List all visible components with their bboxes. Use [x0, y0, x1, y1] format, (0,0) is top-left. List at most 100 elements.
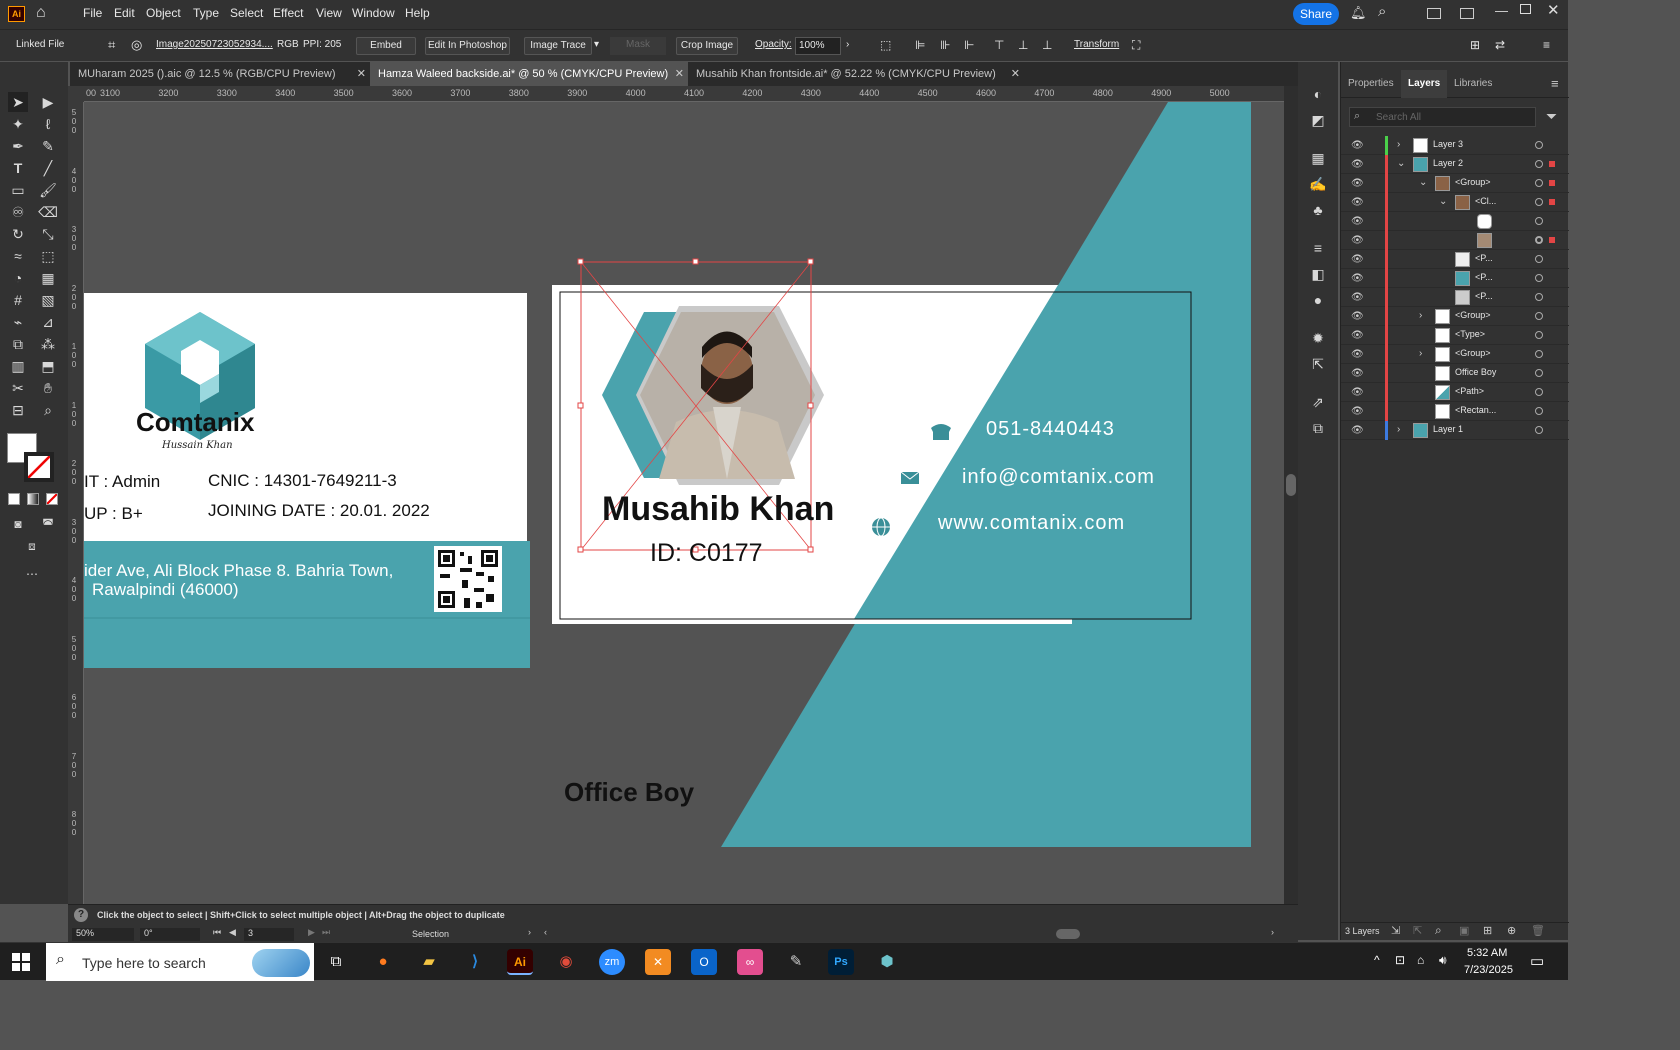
rotate-tool-icon[interactable]: ↻ [8, 224, 28, 244]
align-to-icon[interactable]: ⬚ [880, 37, 891, 55]
eye-icon[interactable]: 👁︎ [1351, 387, 1364, 398]
eye-icon[interactable]: 👁︎ [1351, 235, 1364, 246]
photoshop-icon[interactable]: Ps [828, 949, 854, 975]
menu-file[interactable]: File [83, 6, 102, 20]
layer-row[interactable]: 👁︎ <P... [1341, 250, 1569, 269]
arrange-docs-icon[interactable]: ⊞ [1470, 37, 1480, 55]
pucker-tool-icon[interactable]: ⊟ [8, 400, 28, 420]
tab-properties[interactable]: Properties [1348, 78, 1394, 89]
opacity-input[interactable]: 100% [795, 37, 841, 55]
color-panel-icon[interactable]: ◐ [1308, 84, 1328, 104]
scroll-thumb[interactable] [1286, 474, 1296, 496]
taskbar-search-input[interactable]: ⌕ Type here to search [46, 943, 314, 981]
eye-icon[interactable]: 👁︎ [1351, 349, 1364, 360]
workspace-icon[interactable] [1427, 8, 1441, 19]
task-view-icon[interactable]: ⧉ [323, 949, 349, 975]
lasso-tool-icon[interactable]: ℓ [38, 114, 58, 134]
eye-icon[interactable]: 👁︎ [1351, 368, 1364, 379]
scale-tool-icon[interactable]: ⤡ [38, 224, 58, 244]
menu-effect[interactable]: Effect [273, 6, 303, 20]
scroll-left-icon[interactable]: ‹ [544, 927, 547, 937]
draw-behind-icon[interactable]: ◚ [38, 514, 58, 534]
panel-menu-icon[interactable]: ≡ [1551, 76, 1559, 91]
artboards-panel-icon[interactable]: ⧉ [1308, 418, 1328, 438]
color-mode-icon[interactable] [8, 493, 20, 505]
new-layer-icon[interactable]: ⊕ [1507, 924, 1516, 937]
tab-musahib-frontside[interactable]: Musahib Khan frontside.ai* @ 52.22 % (CM… [688, 62, 1024, 86]
eye-icon[interactable]: 👁︎ [1351, 425, 1364, 436]
layer-row[interactable]: 👁︎ ⌄ <Cl... [1341, 193, 1569, 212]
new-sublayer-icon[interactable]: ⊞ [1483, 924, 1492, 937]
eye-icon[interactable]: 👁︎ [1351, 254, 1364, 265]
clock-date[interactable]: 7/23/2025 [1464, 964, 1513, 976]
layer-row[interactable]: 👁︎ ⌄ <Group> [1341, 174, 1569, 193]
chevron-right-icon[interactable]: › [528, 927, 531, 937]
blend-tool-icon[interactable]: ⧉ [8, 334, 28, 354]
swatches-panel-icon[interactable]: ▦ [1308, 148, 1328, 168]
hand-tool-icon[interactable]: ✋︎ [38, 378, 58, 398]
layer-search-input[interactable]: ⌕ Search All [1349, 107, 1536, 127]
eye-icon[interactable]: 👁︎ [1351, 197, 1364, 208]
asset-export-panel-icon[interactable]: ⇱ [1308, 354, 1328, 374]
align-center-icon[interactable]: ⊪ [940, 37, 950, 55]
eye-icon[interactable]: 👁︎ [1351, 292, 1364, 303]
line-tool-icon[interactable]: ╱ [38, 158, 58, 178]
paintbrush-tool-icon[interactable]: 🖌︎ [38, 180, 58, 200]
pen-tool-icon[interactable]: ✒ [8, 136, 28, 156]
embed-button[interactable]: Embed [356, 37, 416, 55]
notification-icon[interactable]: ▭ [1530, 952, 1544, 970]
horizontal-scroll-thumb[interactable] [1056, 929, 1080, 939]
eye-icon[interactable]: 👁︎ [1351, 216, 1364, 227]
filter-icon[interactable]: ⏷ [1546, 108, 1557, 125]
xampp-icon[interactable]: ✕ [645, 949, 671, 975]
draw-normal-icon[interactable]: ◙ [8, 514, 28, 534]
menu-object[interactable]: Object [146, 6, 181, 20]
home-icon[interactable]: ⌂ [36, 4, 46, 22]
chevron-down-icon[interactable]: ▾ [594, 37, 599, 55]
outlook-icon[interactable]: O [691, 949, 717, 975]
share-button[interactable]: Share [1293, 3, 1339, 25]
help-icon[interactable]: ? [74, 908, 88, 922]
eye-icon[interactable]: 👁︎ [1351, 273, 1364, 284]
tab-libraries[interactable]: Libraries [1454, 78, 1492, 89]
volume-icon[interactable]: 🔊︎ [1439, 953, 1447, 968]
prev-artboard-icon[interactable]: ◀ [229, 927, 236, 938]
brushes-panel-icon[interactable]: ✍ [1308, 174, 1328, 194]
eye-icon[interactable]: 👁︎ [1351, 178, 1364, 189]
vscode-icon[interactable]: ⟩ [462, 949, 488, 975]
clock-time[interactable]: 5:32 AM [1467, 947, 1507, 959]
selection-tool-icon[interactable]: ➤ [8, 92, 28, 112]
layer-row[interactable]: 👁︎ <Rectan... [1341, 402, 1569, 421]
arrange-icon[interactable] [1460, 8, 1474, 19]
tray-chevron-icon[interactable]: ^ [1374, 953, 1380, 967]
menu-help[interactable]: Help [405, 6, 430, 20]
layer-row[interactable]: 👁︎ › Layer 3 [1341, 136, 1569, 155]
pen-app-icon[interactable]: ✎ [783, 949, 809, 975]
layer-row[interactable]: 👁︎ › Layer 1 [1341, 421, 1569, 440]
perspective-grid-tool-icon[interactable]: ▦ [38, 268, 58, 288]
windows-start-icon[interactable] [12, 953, 30, 971]
stroke-panel-icon[interactable]: ≡ [1308, 238, 1328, 258]
bell-icon[interactable]: 🔔︎ [1350, 5, 1367, 21]
zoom-tool-icon[interactable]: ⌕ [38, 400, 58, 420]
eye-icon[interactable]: 👁︎ [1351, 330, 1364, 341]
tab-layers[interactable]: Layers [1401, 70, 1448, 98]
horizontal-ruler[interactable]: 00 3100 3200 3300 3400 3500 3600 3700 3800 3900 40… [84, 86, 1284, 102]
zoom-select[interactable]: 50% [72, 928, 134, 941]
crop-image-button[interactable]: Crop Image [676, 37, 738, 55]
linked-file-label[interactable]: Linked File [16, 37, 64, 55]
chevron-right-icon[interactable]: › [1397, 424, 1400, 435]
eye-icon[interactable]: 👁︎ [1351, 406, 1364, 417]
isolate-icon[interactable]: ⛶ [1132, 37, 1140, 55]
tray-network-status-icon[interactable]: ⊡ [1395, 953, 1405, 967]
eye-icon[interactable]: 👁︎ [1351, 311, 1364, 322]
layer-row[interactable]: 👁︎ [1341, 231, 1569, 250]
minimize-icon[interactable]: — [1495, 3, 1508, 18]
gradient-tool-icon[interactable]: ▧ [38, 290, 58, 310]
layer-row[interactable]: 👁︎ <Path> [1341, 383, 1569, 402]
align-right-icon[interactable]: ⊩ [964, 37, 974, 55]
close-tab-icon[interactable]: ✕ [675, 62, 684, 86]
search-icon[interactable]: ⌕ [1378, 3, 1386, 20]
type-tool-icon[interactable]: T [8, 158, 28, 178]
tab-muharam[interactable]: MUharam 2025 ().aic @ 12.5 % (RGB/CPU Pr… [70, 62, 370, 86]
